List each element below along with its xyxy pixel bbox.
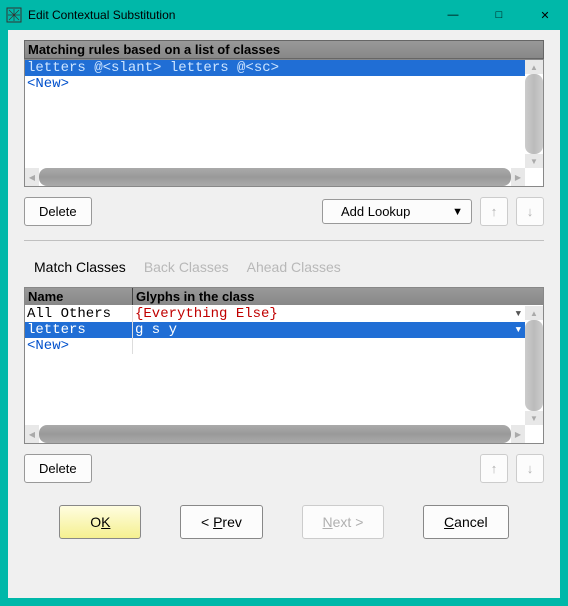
- rules-list[interactable]: letters @<slant> letters @<sc> <New> ▲ ▼…: [24, 59, 544, 187]
- scroll-up-icon[interactable]: ▲: [525, 306, 543, 320]
- close-button[interactable]: ✕: [522, 0, 568, 30]
- prev-button[interactable]: < Prev: [180, 505, 263, 539]
- dialog-buttons: OK < Prev Next > Cancel: [24, 505, 544, 539]
- class-vscroll[interactable]: ▲ ▼: [525, 306, 543, 425]
- scroll-down-icon[interactable]: ▼: [525, 154, 543, 168]
- scroll-left-icon[interactable]: ◀: [25, 425, 39, 443]
- next-button: Next >: [302, 505, 385, 539]
- scroll-right-icon[interactable]: ▶: [511, 425, 525, 443]
- ok-button[interactable]: OK: [59, 505, 141, 539]
- add-lookup-label: Add Lookup: [341, 204, 410, 219]
- tab-match-classes[interactable]: Match Classes: [34, 255, 126, 279]
- move-up-button: ↑: [480, 197, 508, 226]
- rules-header: Matching rules based on a list of classe…: [24, 40, 544, 59]
- add-lookup-combo[interactable]: Add Lookup ▼: [322, 199, 472, 224]
- class-move-up-button: ↑: [480, 454, 508, 483]
- col-glyphs: Glyphs in the class: [133, 288, 543, 305]
- class-row[interactable]: All Others {Everything Else}▼: [25, 306, 525, 322]
- chevron-down-icon[interactable]: ▼: [516, 325, 523, 335]
- delete-class-button[interactable]: Delete: [24, 454, 92, 483]
- scroll-down-icon[interactable]: ▼: [525, 411, 543, 425]
- class-hscroll[interactable]: ◀ ▶: [25, 425, 525, 443]
- titlebar: Edit Contextual Substitution — □ ✕: [0, 0, 568, 30]
- divider: [24, 240, 544, 241]
- scroll-right-icon[interactable]: ▶: [511, 168, 525, 186]
- rule-new[interactable]: <New>: [25, 76, 525, 92]
- scroll-up-icon[interactable]: ▲: [525, 60, 543, 74]
- class-move-down-button: ↓: [516, 454, 544, 483]
- class-row-new[interactable]: <New>: [25, 338, 525, 354]
- tab-ahead-classes[interactable]: Ahead Classes: [247, 255, 341, 279]
- window-title: Edit Contextual Substitution: [28, 8, 430, 22]
- col-name: Name: [25, 288, 133, 305]
- class-list[interactable]: Name Glyphs in the class All Others {Eve…: [24, 287, 544, 444]
- maximize-button[interactable]: □: [476, 0, 522, 30]
- class-columns-header: Name Glyphs in the class: [25, 288, 543, 305]
- client-area: Matching rules based on a list of classe…: [8, 30, 560, 598]
- class-tabs: Match Classes Back Classes Ahead Classes: [24, 255, 544, 279]
- class-row[interactable]: letters g s y▼: [25, 322, 525, 338]
- rules-hscroll[interactable]: ◀ ▶: [25, 168, 525, 186]
- delete-rule-button[interactable]: Delete: [24, 197, 92, 226]
- rule-item[interactable]: letters @<slant> letters @<sc>: [25, 60, 525, 76]
- minimize-button[interactable]: —: [430, 0, 476, 30]
- app-icon: [6, 7, 22, 23]
- scroll-left-icon[interactable]: ◀: [25, 168, 39, 186]
- rules-vscroll[interactable]: ▲ ▼: [525, 60, 543, 168]
- chevron-down-icon: ▼: [452, 206, 463, 218]
- move-down-button: ↓: [516, 197, 544, 226]
- chevron-down-icon[interactable]: ▼: [516, 309, 523, 319]
- cancel-button[interactable]: Cancel: [423, 505, 509, 539]
- tab-back-classes[interactable]: Back Classes: [144, 255, 229, 279]
